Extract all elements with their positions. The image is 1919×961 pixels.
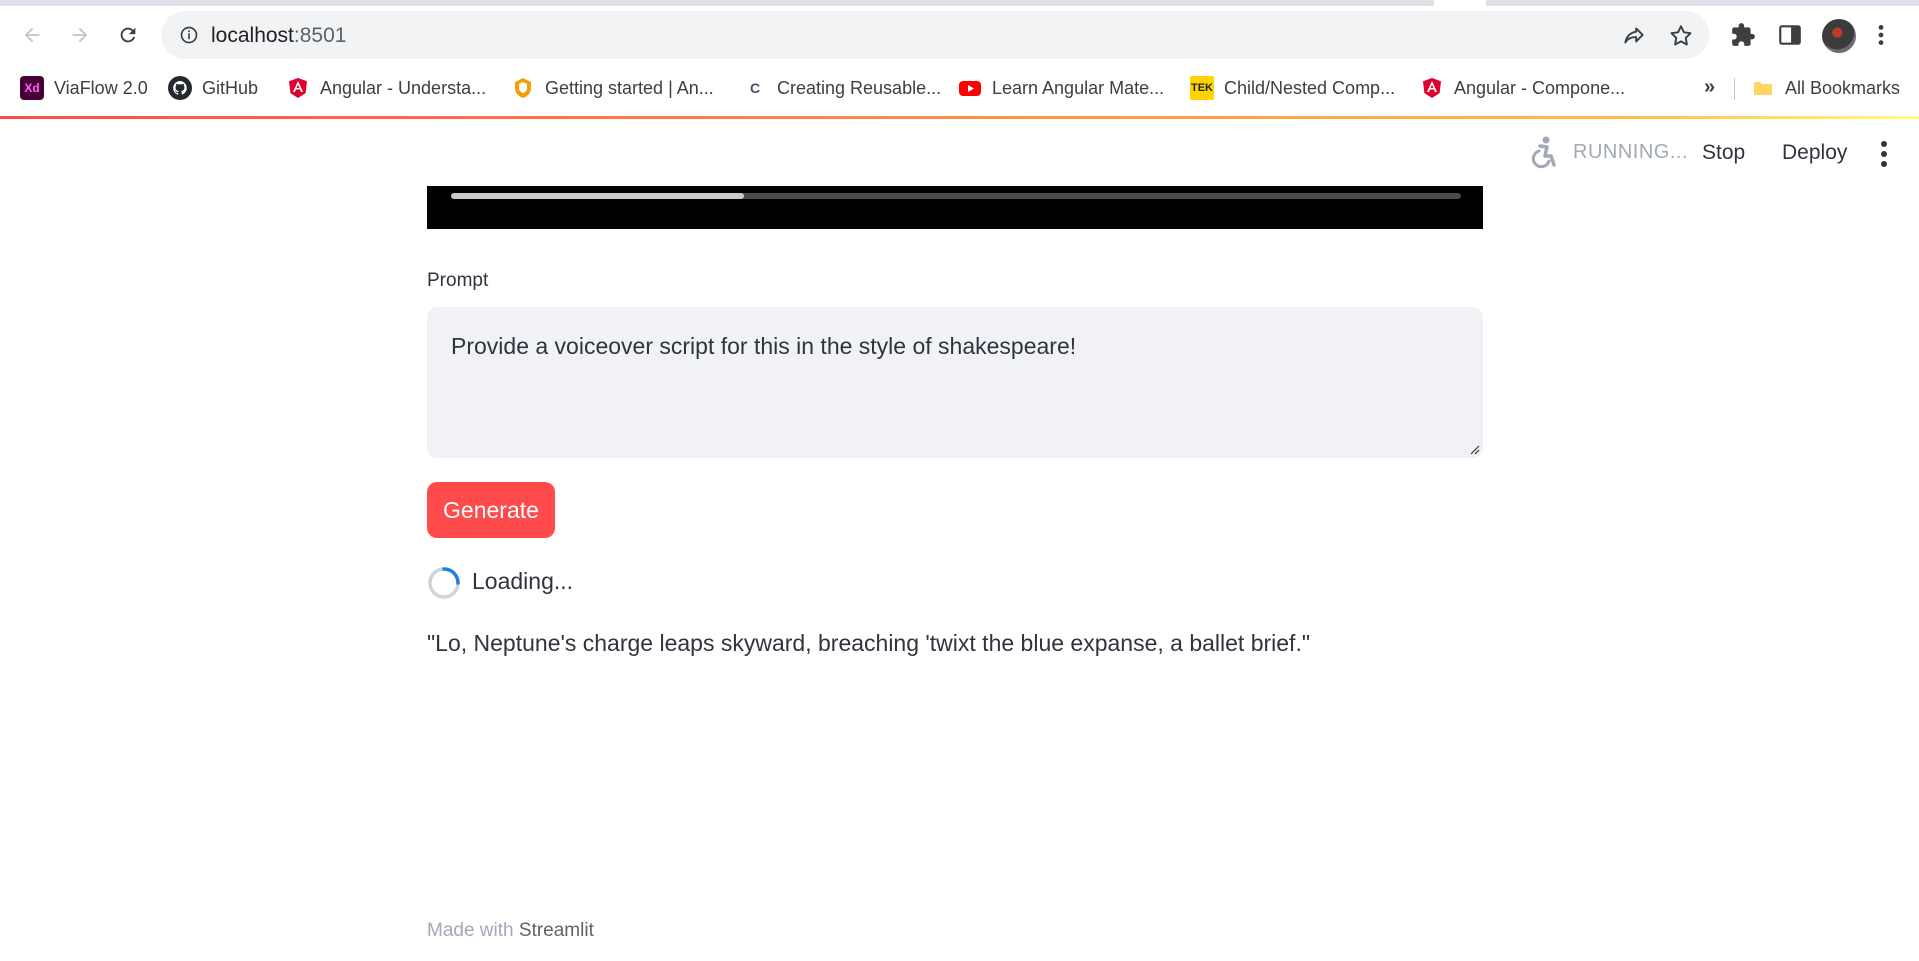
reload-icon <box>120 27 136 43</box>
streamlit-link[interactable]: Streamlit <box>519 920 594 941</box>
bookmark-label: ViaFlow 2.0 <box>54 77 148 98</box>
back-button[interactable] <box>15 18 49 52</box>
generated-script-text: "Lo, Neptune's charge leaps skyward, bre… <box>427 630 1311 656</box>
bookmarks-divider <box>1734 78 1735 100</box>
star-icon[interactable] <box>1668 23 1694 49</box>
extensions-icon[interactable] <box>1730 22 1756 48</box>
bookmark-item[interactable]: GitHub <box>168 68 258 108</box>
prompt-label: Prompt <box>427 270 489 291</box>
address-bar[interactable]: localhost:8501 <box>161 11 1709 59</box>
bookmark-label: Angular - Compone... <box>1454 77 1626 98</box>
resize-handle-icon[interactable] <box>1468 443 1480 455</box>
angular-icon <box>1423 78 1441 98</box>
more-bookmarks-button[interactable]: » <box>1704 76 1715 99</box>
main-menu-icon[interactable] <box>1876 139 1892 169</box>
footer-prefix: Made with <box>427 920 514 941</box>
bookmark-label: Getting started | An... <box>545 77 714 98</box>
c-logo-icon: C <box>743 76 767 100</box>
angular-icon <box>289 78 307 98</box>
video-player[interactable] <box>427 186 1483 229</box>
deploy-button[interactable]: Deploy <box>1774 135 1855 171</box>
bookmark-item[interactable]: C Creating Reusable... <box>743 68 941 108</box>
share-icon[interactable] <box>1621 23 1647 49</box>
reload-button[interactable] <box>111 18 145 52</box>
url-host: localhost <box>211 24 294 47</box>
browser-menu-icon[interactable] <box>1874 22 1888 48</box>
url-text[interactable]: localhost:8501 <box>211 24 346 48</box>
side-panel-icon[interactable] <box>1777 22 1803 48</box>
bookmark-label: Angular - Understa... <box>320 77 487 98</box>
browser-toolbar: localhost:8501 <box>0 6 1919 64</box>
running-man-icon <box>1531 136 1556 169</box>
prompt-textarea[interactable]: Provide a voiceover script for this in t… <box>427 307 1483 458</box>
generate-button[interactable]: Generate <box>427 482 555 538</box>
video-progress-fill <box>451 193 744 199</box>
arrow-left-icon <box>24 27 40 43</box>
loading-text: Loading... <box>472 568 574 594</box>
bookmark-item[interactable]: Learn Angular Mate... <box>958 68 1164 108</box>
bookmark-label: Learn Angular Mate... <box>992 77 1165 98</box>
bookmark-label: Creating Reusable... <box>777 77 942 98</box>
youtube-icon <box>959 81 981 96</box>
folder-icon <box>1754 82 1772 95</box>
bookmark-label: Child/Nested Comp... <box>1224 77 1396 98</box>
profile-avatar[interactable] <box>1822 19 1856 53</box>
loading-spinner-icon <box>428 567 460 599</box>
info-icon[interactable] <box>179 25 199 45</box>
footer: Made with Streamlit <box>427 920 594 942</box>
bookmark-item[interactable]: Angular - Understa... <box>286 68 486 108</box>
video-progress-track[interactable] <box>451 193 1461 199</box>
all-bookmarks-label: All Bookmarks <box>1785 77 1901 98</box>
bookmarks-bar: Xd ViaFlow 2.0 GitHub Angular - Understa… <box>0 68 1919 108</box>
arrow-right-icon <box>72 27 88 43</box>
bookmark-item[interactable]: Xd ViaFlow 2.0 <box>20 68 148 108</box>
stop-button[interactable]: Stop <box>1694 135 1753 171</box>
url-port: :8501 <box>293 24 347 47</box>
tek-icon: TEK <box>1190 76 1214 100</box>
adobe-xd-icon: Xd <box>20 76 44 100</box>
bookmark-item[interactable]: Getting started | An... <box>511 68 714 108</box>
bookmark-label: GitHub <box>202 77 259 98</box>
all-bookmarks-button[interactable]: All Bookmarks <box>1751 68 1900 108</box>
bookmark-item[interactable]: TEK Child/Nested Comp... <box>1190 68 1395 108</box>
github-icon <box>168 76 192 100</box>
bookmark-item[interactable]: Angular - Compone... <box>1420 68 1625 108</box>
app-header: RUNNING... Stop Deploy <box>0 119 1919 189</box>
running-status: RUNNING... <box>1573 141 1688 163</box>
forward-button[interactable] <box>63 18 97 52</box>
shield-orange-icon <box>515 78 531 98</box>
